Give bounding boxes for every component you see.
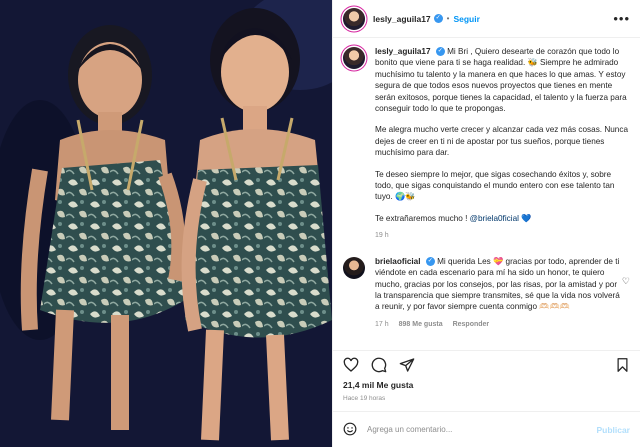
caption: lesly_aguila17 ✓ Mi Bri , Quiero deseart… [343, 38, 630, 242]
comment-row: brielaoficial ✓ Mi querida Les 💝 gracias… [343, 242, 630, 330]
verified-icon: ✓ [425, 257, 435, 267]
commenter-avatar[interactable] [343, 256, 365, 279]
post-age: Hace 19 horas [343, 395, 386, 402]
verified-icon: ✓ [435, 47, 445, 57]
comment-input[interactable] [367, 425, 597, 434]
post-header: lesly_aguila17 ✓ • Seguir ••• [333, 0, 640, 38]
caption-time[interactable]: 19 h [375, 230, 389, 241]
bookmark-icon[interactable] [615, 357, 630, 375]
caption-body: lesly_aguila17 ✓ Mi Bri , Quiero deseart… [375, 46, 630, 242]
post-sidebar: lesly_aguila17 ✓ • Seguir ••• lesly_agui… [332, 0, 640, 447]
caption-avatar[interactable] [343, 47, 365, 69]
comment-like-icon[interactable]: ♡ [622, 276, 630, 330]
author-username[interactable]: lesly_aguila17 [373, 14, 431, 24]
action-bar [333, 350, 640, 380]
comment-body: brielaoficial ✓ Mi querida Les 💝 gracias… [375, 256, 622, 330]
caption-text-4: Te extrañaremos mucho ! [375, 213, 468, 223]
heart-icon[interactable] [343, 357, 359, 375]
header-separator: • [446, 14, 450, 23]
mention-link[interactable]: @briela0ficial [470, 214, 519, 223]
blue-heart-emoji: 💙 [521, 213, 532, 223]
publish-button[interactable]: Publicar [596, 425, 630, 435]
caption-text-1: Mi Bri , Quiero desearte de corazón que … [375, 47, 627, 114]
comment-meta: 17 h 898 Me gusta Responder [375, 319, 622, 330]
likes-count[interactable]: 21,4 mil Me gusta [333, 380, 640, 392]
instagram-post: lesly_aguila17 ✓ • Seguir ••• lesly_agui… [0, 0, 640, 447]
comment-text: brielaoficial ✓ Mi querida Les 💝 gracias… [375, 256, 622, 313]
more-icon[interactable]: ••• [613, 11, 630, 26]
share-icon[interactable] [399, 357, 415, 375]
caption-para-4: Te extrañaremos mucho ! @briela0ficial 💙 [375, 213, 630, 224]
caption-para-2: Me alegra mucho verte crecer y alcanzar … [375, 125, 629, 158]
post-photo[interactable] [0, 0, 332, 447]
caption-para-1: lesly_aguila17 ✓ Mi Bri , Quiero deseart… [375, 46, 630, 114]
photo-illustration [0, 0, 332, 447]
follow-button[interactable]: Seguir [453, 14, 479, 24]
caption-username[interactable]: lesly_aguila17 [375, 47, 431, 56]
emoji-icon[interactable] [343, 422, 357, 438]
comment-composer: Publicar [333, 411, 640, 447]
comments-list[interactable]: lesly_aguila17 ✓ Mi Bri , Quiero deseart… [333, 38, 640, 350]
comment-time[interactable]: 17 h [375, 319, 389, 330]
verified-icon: ✓ [433, 14, 443, 23]
caption-meta: 19 h [375, 230, 630, 241]
caption-para-3: Te deseo siempre lo mejor, que sigas cos… [375, 169, 615, 202]
commenter-username[interactable]: brielaoficial [375, 257, 421, 266]
comment-icon[interactable] [371, 357, 387, 375]
comment-likes[interactable]: 898 Me gusta [399, 319, 443, 330]
reply-button[interactable]: Responder [453, 319, 490, 330]
author-avatar[interactable] [343, 7, 365, 30]
